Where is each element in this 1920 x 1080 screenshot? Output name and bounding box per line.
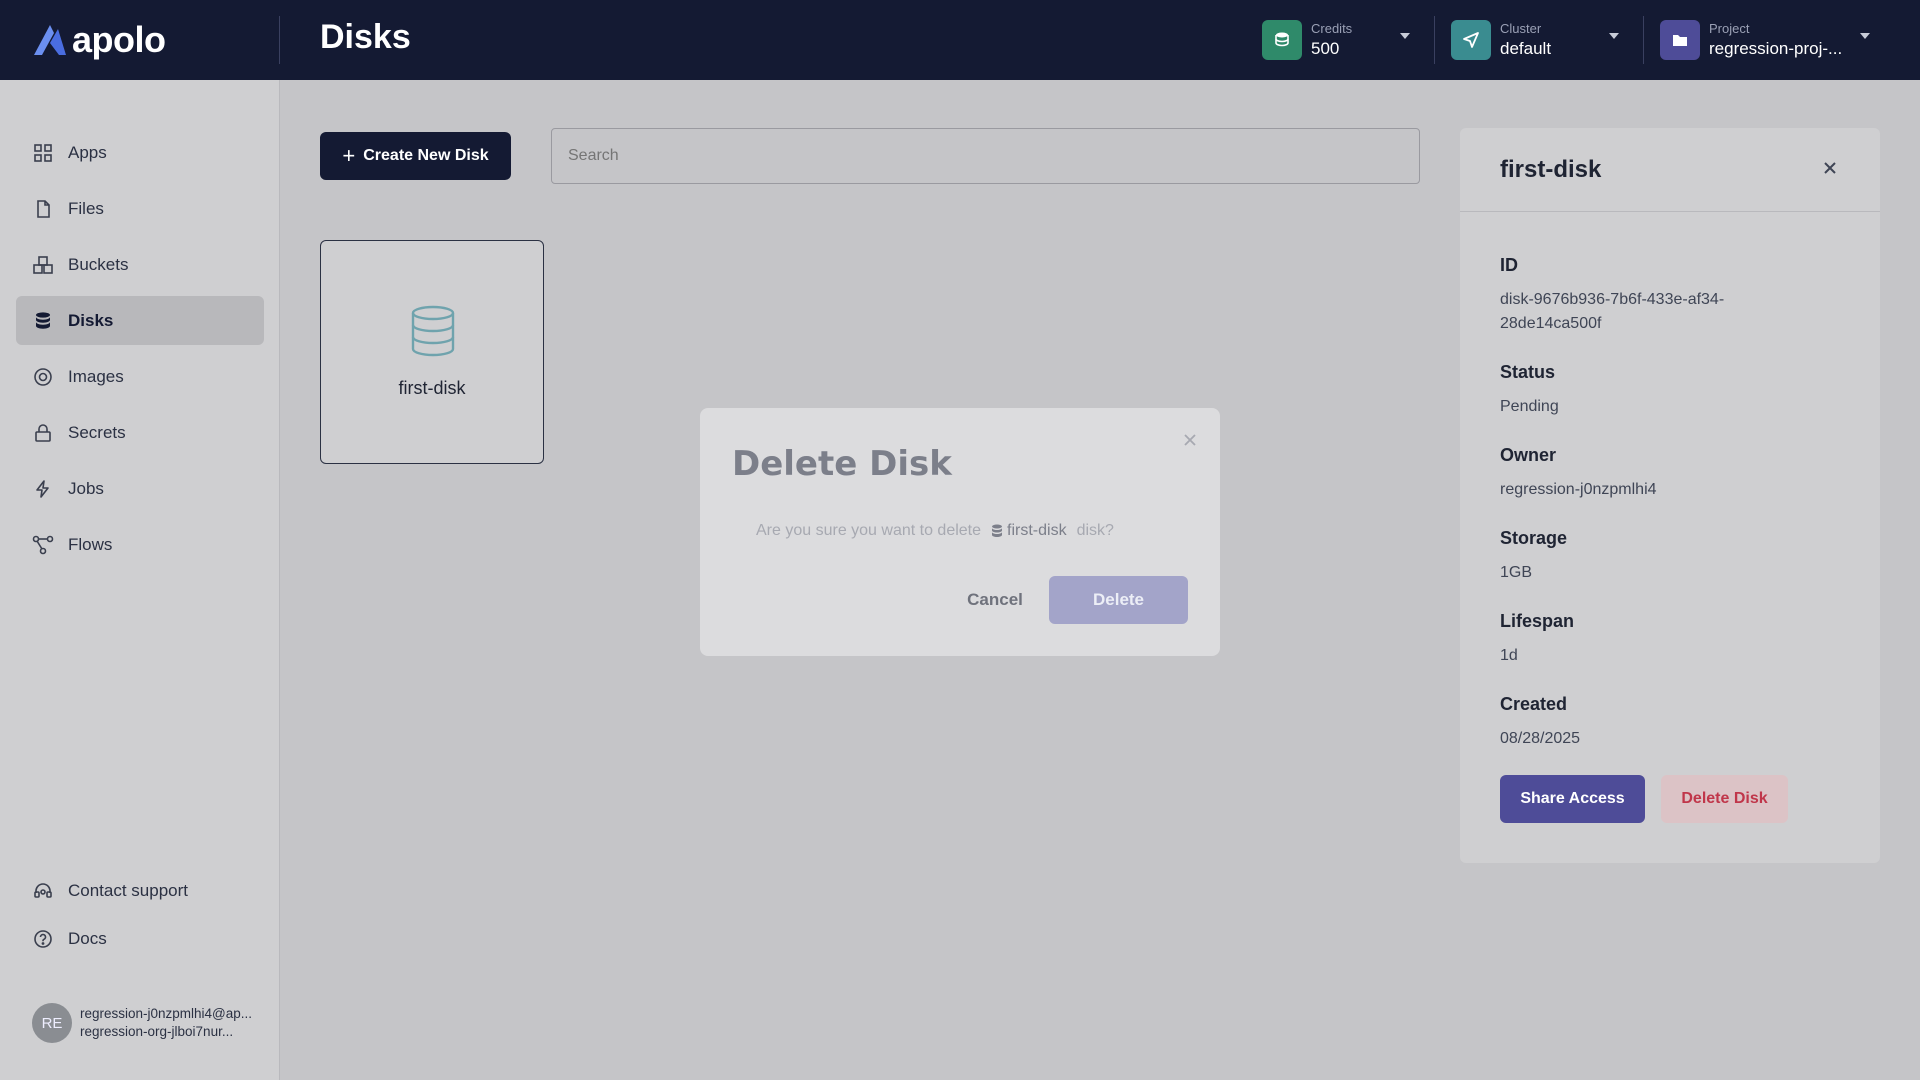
owner-label: Owner bbox=[1500, 445, 1557, 465]
credits-value: 500 bbox=[1311, 39, 1340, 58]
page-title: Disks bbox=[320, 18, 411, 56]
sidebar-item-disks[interactable]: Disks bbox=[16, 296, 264, 345]
user-account[interactable]: RE regression-j0nzpmlhi4@ap... regressio… bbox=[32, 1003, 252, 1043]
cluster-value: default bbox=[1500, 39, 1552, 58]
delete-button[interactable]: Delete bbox=[1049, 576, 1188, 624]
chevron-down-icon bbox=[1400, 33, 1410, 39]
sidebar-item-label: Disks bbox=[68, 310, 114, 330]
folder-icon bbox=[1660, 20, 1700, 60]
divider bbox=[1460, 211, 1880, 212]
plus-icon: + bbox=[342, 143, 356, 168]
status-label: Status bbox=[1500, 362, 1556, 382]
chevron-down-icon bbox=[1860, 33, 1870, 39]
header-divider bbox=[1643, 16, 1644, 64]
sidebar-item-apps[interactable]: Apps bbox=[16, 128, 264, 177]
credits-selector[interactable]: Credits 500 bbox=[1262, 19, 1414, 61]
buckets-icon bbox=[32, 254, 54, 276]
contact-support-label: Contact support bbox=[68, 880, 189, 900]
dialog-title: Delete Disk bbox=[732, 444, 952, 484]
user-email: regression-j0nzpmlhi4@ap... bbox=[80, 1006, 253, 1021]
id-value: disk-9676b936-7b6f-433e-af34-28de14ca500… bbox=[1500, 291, 1725, 332]
header-divider bbox=[279, 16, 280, 64]
sidebar-item-label: Buckets bbox=[68, 254, 129, 274]
sidebar-item-files[interactable]: Files bbox=[16, 184, 264, 233]
lock-icon bbox=[32, 422, 54, 444]
created-value: 08/28/2025 bbox=[1500, 730, 1581, 747]
project-label: Project bbox=[1709, 21, 1750, 36]
create-new-disk-button[interactable]: + Create New Disk bbox=[320, 132, 511, 180]
search-input[interactable] bbox=[551, 128, 1420, 184]
database-icon bbox=[410, 305, 456, 362]
details-title: first-disk bbox=[1500, 156, 1602, 183]
lightning-icon bbox=[32, 478, 54, 500]
user-org: regression-org-jlboi7nur... bbox=[80, 1024, 234, 1039]
sidebar-item-images[interactable]: Images bbox=[16, 352, 264, 401]
apps-grid-icon bbox=[32, 142, 54, 164]
contact-support-link[interactable]: Contact support bbox=[16, 866, 264, 915]
delete-disk-button[interactable]: Delete Disk bbox=[1661, 775, 1788, 823]
created-label: Created bbox=[1500, 694, 1568, 714]
storage-value: 1GB bbox=[1500, 564, 1533, 581]
sidebar-item-label: Apps bbox=[68, 142, 107, 162]
create-new-disk-label: Create New Disk bbox=[363, 147, 489, 164]
cancel-button[interactable]: Cancel bbox=[940, 576, 1050, 624]
close-icon[interactable] bbox=[1818, 156, 1842, 180]
help-circle-icon bbox=[32, 928, 54, 950]
docs-label: Docs bbox=[68, 928, 107, 948]
top-bar: apolo Disks Credits 500 Cluster default … bbox=[0, 0, 1920, 80]
sidebar-item-jobs[interactable]: Jobs bbox=[16, 464, 264, 513]
dialog-message-text: Are you sure you want to delete bbox=[756, 522, 982, 539]
status-value: Pending bbox=[1500, 398, 1559, 415]
disk-card[interactable]: first-disk bbox=[320, 240, 544, 464]
cluster-label: Cluster bbox=[1500, 21, 1542, 36]
database-icon bbox=[991, 524, 1003, 538]
avatar: RE bbox=[32, 1003, 72, 1043]
sidebar-item-label: Flows bbox=[68, 534, 113, 554]
close-icon[interactable] bbox=[1180, 430, 1200, 450]
logo-text: apolo bbox=[72, 19, 166, 60]
database-icon bbox=[32, 310, 54, 332]
sidebar-item-flows[interactable]: Flows bbox=[16, 520, 264, 569]
disk-name: first-disk bbox=[398, 378, 466, 398]
sidebar-item-label: Files bbox=[68, 198, 104, 218]
sidebar-item-buckets[interactable]: Buckets bbox=[16, 240, 264, 289]
dialog-message: Are you sure you want to delete first-di… bbox=[756, 522, 1114, 540]
lifespan-label: Lifespan bbox=[1500, 611, 1575, 631]
lifespan-value: 1d bbox=[1500, 647, 1518, 664]
disk-details-panel: first-disk ID disk-9676b936-7b6f-433e-af… bbox=[1460, 128, 1880, 863]
apolo-logo[interactable]: apolo bbox=[32, 19, 166, 60]
dialog-disk-name: first-disk bbox=[1007, 522, 1067, 539]
sidebar-item-label: Images bbox=[68, 366, 124, 386]
project-value: regression-proj-... bbox=[1709, 39, 1843, 58]
headset-icon bbox=[32, 880, 54, 902]
apolo-logo-mark-icon bbox=[34, 25, 66, 55]
sidebar: Apps Files Buckets Disks Images Secrets bbox=[0, 80, 280, 1080]
coins-icon bbox=[1262, 20, 1302, 60]
project-selector[interactable]: Project regression-proj-... bbox=[1660, 19, 1875, 61]
delete-disk-dialog: Delete Disk Are you sure you want to del… bbox=[700, 408, 1220, 656]
send-icon bbox=[1451, 20, 1491, 60]
docs-link[interactable]: Docs bbox=[16, 914, 264, 963]
flows-icon bbox=[32, 534, 54, 556]
storage-label: Storage bbox=[1500, 528, 1568, 548]
header-divider bbox=[1434, 16, 1435, 64]
file-icon bbox=[32, 198, 54, 220]
images-icon bbox=[32, 366, 54, 388]
chevron-down-icon bbox=[1609, 33, 1619, 39]
id-label: ID bbox=[1500, 255, 1518, 275]
credits-label: Credits bbox=[1311, 21, 1353, 36]
share-access-button[interactable]: Share Access bbox=[1500, 775, 1645, 823]
sidebar-item-label: Secrets bbox=[68, 422, 126, 442]
cluster-selector[interactable]: Cluster default bbox=[1451, 19, 1623, 61]
sidebar-item-secrets[interactable]: Secrets bbox=[16, 408, 264, 457]
dialog-message-tail: disk? bbox=[1076, 522, 1114, 539]
sidebar-item-label: Jobs bbox=[68, 478, 104, 498]
owner-value: regression-j0nzpmlhi4 bbox=[1500, 481, 1657, 498]
